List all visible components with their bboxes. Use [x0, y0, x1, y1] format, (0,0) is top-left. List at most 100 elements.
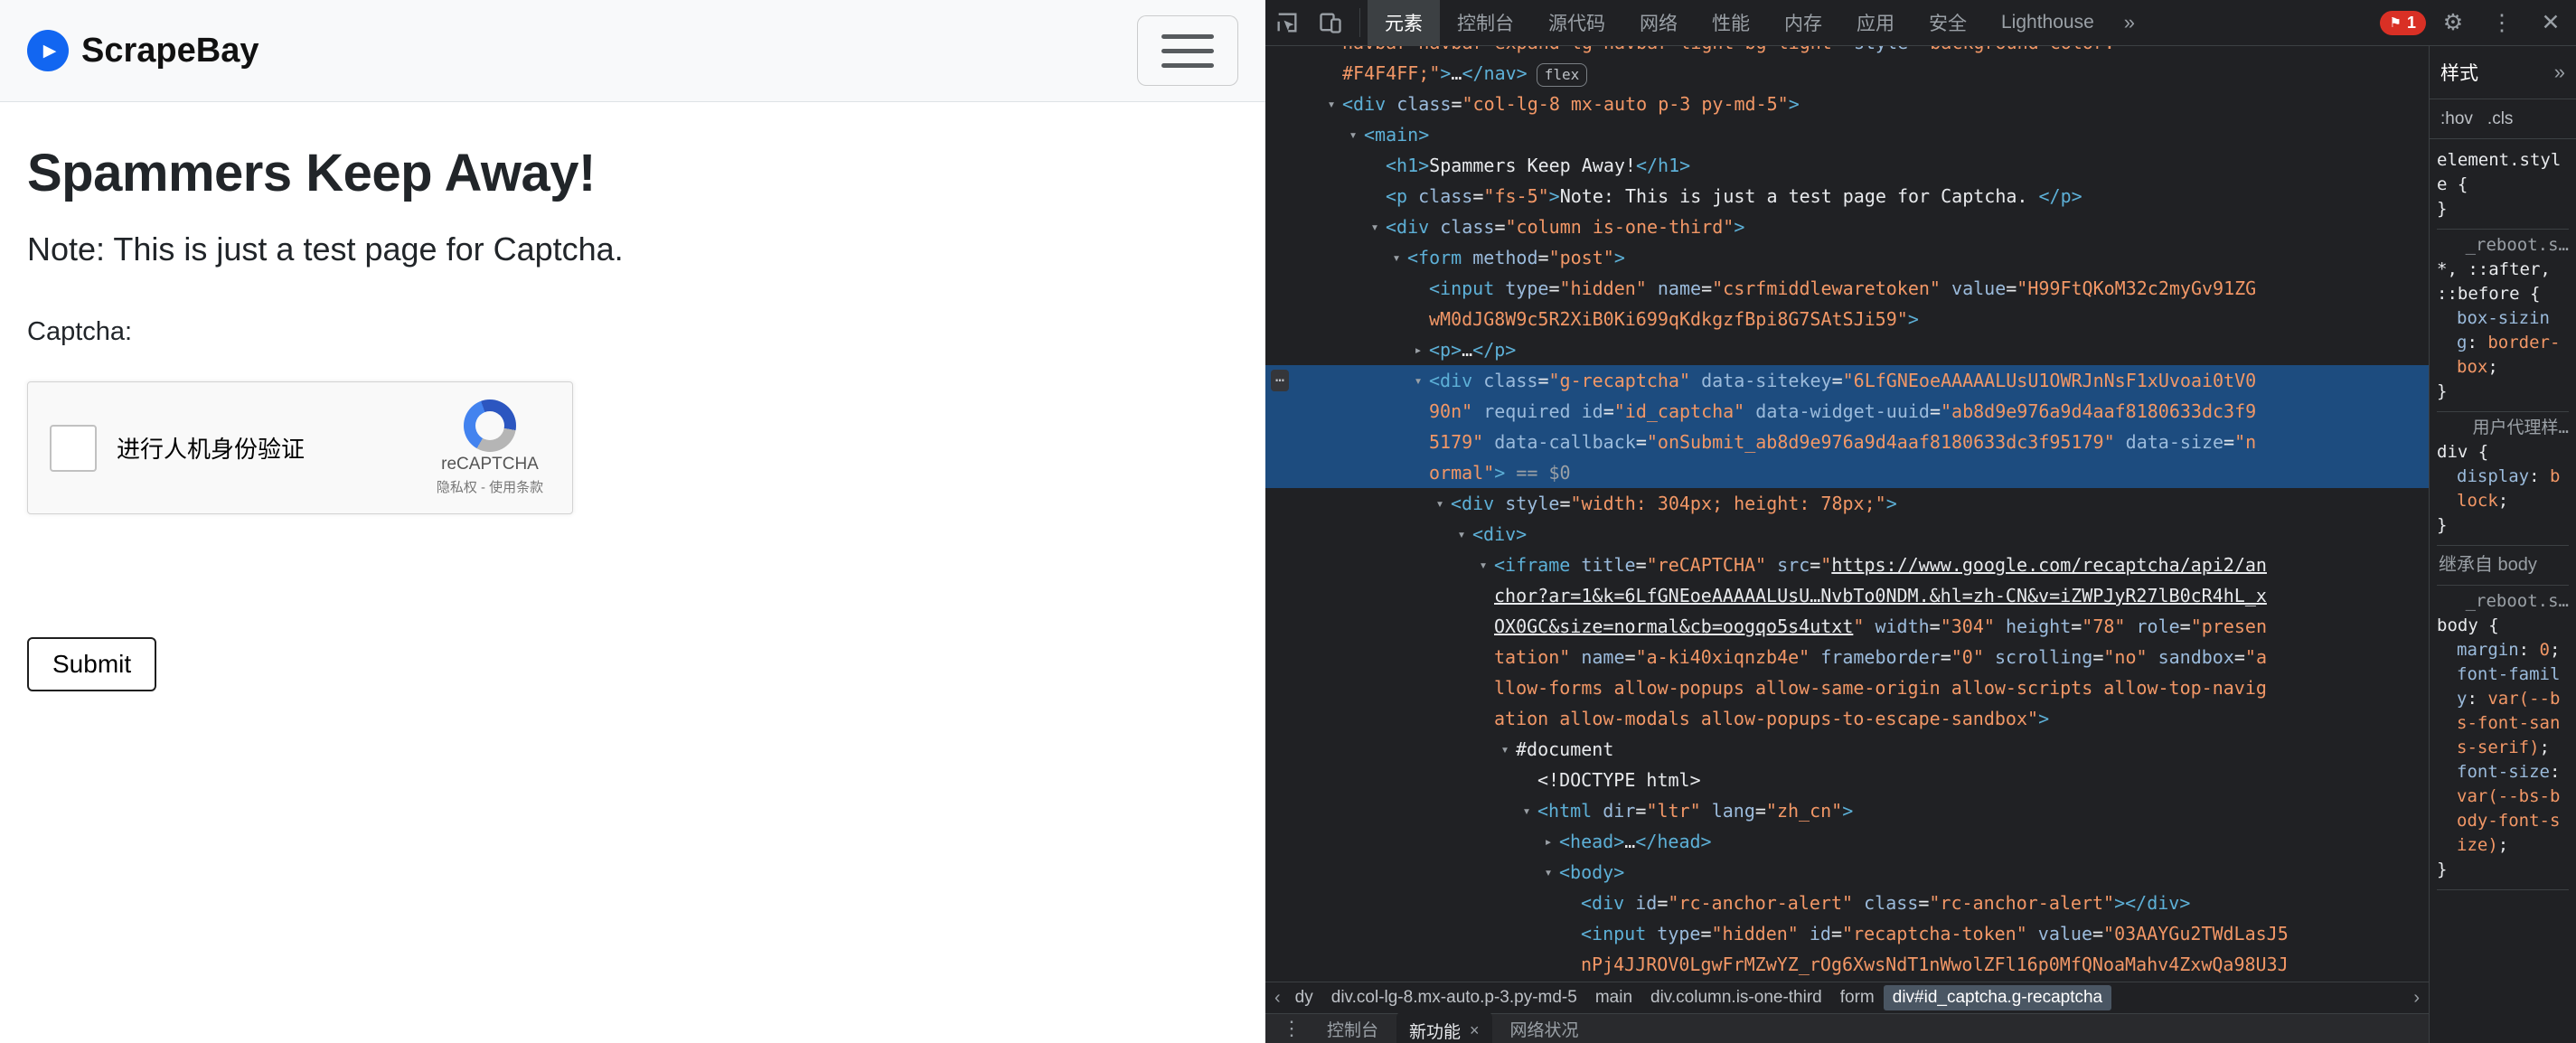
devtools-tab-lighthouse[interactable]: Lighthouse [1984, 0, 2111, 45]
styles-more-tabs-icon[interactable]: » [2554, 61, 2565, 84]
drawer-tab-network-conditions[interactable]: 网络状况 [1498, 1012, 1592, 1043]
breadcrumb-back-icon[interactable]: ‹ [1269, 988, 1286, 1009]
brand-name[interactable]: ScrapeBay [81, 32, 259, 70]
chevron-down-icon[interactable]: ▾ [1431, 488, 1449, 519]
css-property[interactable]: box-sizing: border-box; [2437, 306, 2569, 380]
dom-tree-line[interactable]: ▾ <main> [1265, 119, 2429, 150]
dom-tree-line[interactable]: <input type="hidden" name="csrfmiddlewar… [1265, 273, 2429, 304]
chevron-right-icon[interactable]: ▸ [1409, 334, 1427, 365]
tab-styles[interactable]: 样式 [2440, 59, 2478, 86]
dom-tree-line[interactable]: ▾ <div class="col-lg-8 mx-auto p-3 py-md-… [1265, 89, 2429, 119]
breadcrumb-item[interactable]: main [1586, 985, 1641, 1010]
devtools-tab-sources[interactable]: 源代码 [1531, 0, 1622, 45]
device-toolbar-button[interactable] [1309, 0, 1352, 45]
dom-tree-line[interactable]: OX0GC&size=normal&cb=oogqo5s4utxt" width… [1265, 611, 2429, 642]
drawer-tab-console[interactable]: 控制台 [1314, 1012, 1391, 1043]
brand[interactable]: ▶ ScrapeBay [27, 30, 259, 71]
chevron-down-icon[interactable]: ▾ [1387, 242, 1406, 273]
inspect-element-button[interactable] [1265, 0, 1309, 45]
devtools-tab-network[interactable]: 网络 [1622, 0, 1695, 45]
more-tabs-button[interactable]: » [2111, 0, 2148, 45]
dom-tree-line[interactable]: chor?ar=1&k=6LfGNEoeAAAAALUsU…NvbTo0NDM.… [1265, 580, 2429, 611]
dom-tree-line[interactable]: ⋯ ▾ <div class="g-recaptcha" data-sitekey=… [1265, 365, 2429, 396]
dom-tree-line[interactable]: tation" name="a-ki40xiqnzb4e" frameborde… [1265, 642, 2429, 672]
stylesheet-origin-link[interactable]: _reboot.s… [2437, 589, 2569, 614]
dom-tree-line[interactable]: 5179" data-callback="onSubmit_ab8d9e976a… [1265, 427, 2429, 457]
dom-tree-line[interactable]: ▾ <html dir="ltr" lang="zh_cn"> [1265, 795, 2429, 826]
chevron-down-icon[interactable]: ▾ [1322, 89, 1340, 119]
toggle-hover-state-button[interactable]: :hov [2440, 109, 2473, 129]
dom-tree-line[interactable]: ▾ #document [1265, 734, 2429, 765]
css-selector[interactable]: body { [2437, 614, 2569, 638]
attribute-link[interactable]: OX0GC&size=normal&cb=oogqo5s4utxt [1494, 615, 1853, 637]
css-property[interactable]: font-family: var(--bs-font-sans-serif); [2437, 662, 2569, 760]
devtools-tab-application[interactable]: 应用 [1839, 0, 1912, 45]
breadcrumb-item[interactable]: div.column.is-one-third [1641, 985, 1831, 1010]
close-icon[interactable]: × [1470, 1021, 1480, 1040]
chevron-down-icon[interactable]: ▾ [1539, 857, 1557, 888]
dom-tree-line[interactable]: 90n" required id="id_captcha" data-widge… [1265, 396, 2429, 427]
drawer-tab-whats-new[interactable]: 新功能 × [1396, 1012, 1492, 1043]
dom-tree-line[interactable]: nPj4JJROV0LgwFrMZwYZ_rOg6XwsNdT1nWwolZFl… [1265, 949, 2429, 980]
dom-tree-line[interactable]: ▾ <div class="column is-one-third"> [1265, 211, 2429, 242]
breadcrumb-item[interactable]: div#id_captcha.g-recaptcha [1883, 985, 2112, 1010]
dom-tree-line[interactable]: ation allow-modals allow-popups-to-escap… [1265, 703, 2429, 734]
devtools-tab-memory[interactable]: 内存 [1767, 0, 1839, 45]
dom-tree-line[interactable]: navbar navbar-expand-lg navbar-light bg-… [1265, 46, 2429, 58]
breadcrumb-item[interactable]: dy [1286, 985, 1322, 1010]
css-selector[interactable]: *, ::after, ::before { [2437, 258, 2569, 306]
dom-tree-line[interactable]: ▾ <div> [1265, 519, 2429, 550]
dom-tree-line[interactable]: ▸ <head>…</head> [1265, 826, 2429, 857]
devtools-tab-elements[interactable]: 元素 [1368, 0, 1440, 45]
dom-tree-line[interactable]: <!DOCTYPE html> [1265, 765, 2429, 795]
chevron-down-icon[interactable]: ▾ [1344, 119, 1362, 150]
attribute-link[interactable]: https://www.google.com/recaptcha/api2/an [1831, 554, 2267, 576]
dom-tree-line[interactable]: ▸ <p>…</p> [1265, 334, 2429, 365]
chevron-down-icon[interactable]: ▾ [1453, 519, 1471, 550]
dom-tree-line[interactable]: ormal"> == $0 [1265, 457, 2429, 488]
more-options-button[interactable]: ⋮ [2480, 11, 2524, 34]
chevron-right-icon[interactable]: ▸ [1539, 826, 1557, 857]
submit-button[interactable]: Submit [27, 637, 157, 691]
close-devtools-button[interactable]: ✕ [2529, 11, 2572, 34]
dom-tree-line[interactable]: <input type="hidden" id="recaptcha-token… [1265, 918, 2429, 949]
stylesheet-origin-link[interactable]: _reboot.s… [2437, 233, 2569, 258]
devtools-tab-performance[interactable]: 性能 [1695, 0, 1767, 45]
dom-tree-line[interactable]: wM0dJG8W9c5R2XiB0Ki699qKdkgzfBpi8G7SAtSJ… [1265, 304, 2429, 334]
drawer-menu-icon[interactable]: ⋮ [1274, 1017, 1309, 1040]
breadcrumb-item[interactable]: div.col-lg-8.mx-auto.p-3.py-md-5 [1322, 985, 1586, 1010]
dom-tree-line[interactable]: #F4F4FF;">…</nav> flex [1265, 58, 2429, 89]
dom-tree-line[interactable]: ▾ <div style="width: 304px; height: 78px;… [1265, 488, 2429, 519]
css-property[interactable]: display: block; [2437, 465, 2569, 513]
dom-tree-line[interactable]: llow-forms allow-popups allow-same-origi… [1265, 672, 2429, 703]
dom-tree-line[interactable]: ▾ <body> [1265, 857, 2429, 888]
dom-tree-line[interactable]: <h1>Spammers Keep Away!</h1> [1265, 150, 2429, 181]
more-actions-icon[interactable]: ⋯ [1271, 370, 1290, 391]
dom-tree-line[interactable]: <div id="rc-anchor-alert" class="rc-anch… [1265, 888, 2429, 918]
breadcrumb-item[interactable]: form [1831, 985, 1884, 1010]
chevron-down-icon[interactable]: ▾ [1409, 365, 1427, 396]
navbar-toggler-button[interactable] [1137, 15, 1238, 86]
css-property[interactable]: font-size: var(--bs-body-font-size); [2437, 760, 2569, 858]
css-property[interactable]: margin: 0; [2437, 638, 2569, 662]
dom-tree-line[interactable]: <p class="fs-5">Note: This is just a tes… [1265, 181, 2429, 211]
chevron-down-icon[interactable]: ▾ [1496, 734, 1514, 765]
css-selector[interactable]: div { [2437, 440, 2569, 465]
recaptcha-checkbox[interactable] [50, 424, 97, 472]
settings-button[interactable]: ⚙ [2431, 11, 2475, 34]
error-count-badge[interactable]: ⚑ 1 [2379, 10, 2426, 35]
dom-tree-line[interactable]: ▾ <iframe title="reCAPTCHA" src="https://… [1265, 550, 2429, 580]
chevron-down-icon[interactable]: ▾ [1474, 550, 1492, 580]
toggle-class-button[interactable]: .cls [2487, 109, 2514, 129]
flex-badge[interactable]: flex [1536, 63, 1588, 87]
dom-tree-line[interactable]: ▾ <form method="post"> [1265, 242, 2429, 273]
attribute-link[interactable]: chor?ar=1&k=6LfGNEoeAAAAALUsU…NvbTo0NDM.… [1494, 585, 2267, 606]
devtools-tab-console[interactable]: 控制台 [1440, 0, 1531, 45]
chevron-down-icon[interactable]: ▾ [1366, 211, 1384, 242]
stylesheet-origin-link[interactable]: 用户代理样… [2437, 416, 2569, 440]
devtools-tab-security[interactable]: 安全 [1912, 0, 1984, 45]
chevron-down-icon[interactable]: ▾ [1518, 795, 1536, 826]
breadcrumb-forward-icon[interactable]: › [2408, 988, 2425, 1009]
recaptcha-terms-links[interactable]: 隐私权 - 使用条款 [437, 477, 543, 496]
css-selector[interactable]: element.style { [2437, 148, 2569, 197]
